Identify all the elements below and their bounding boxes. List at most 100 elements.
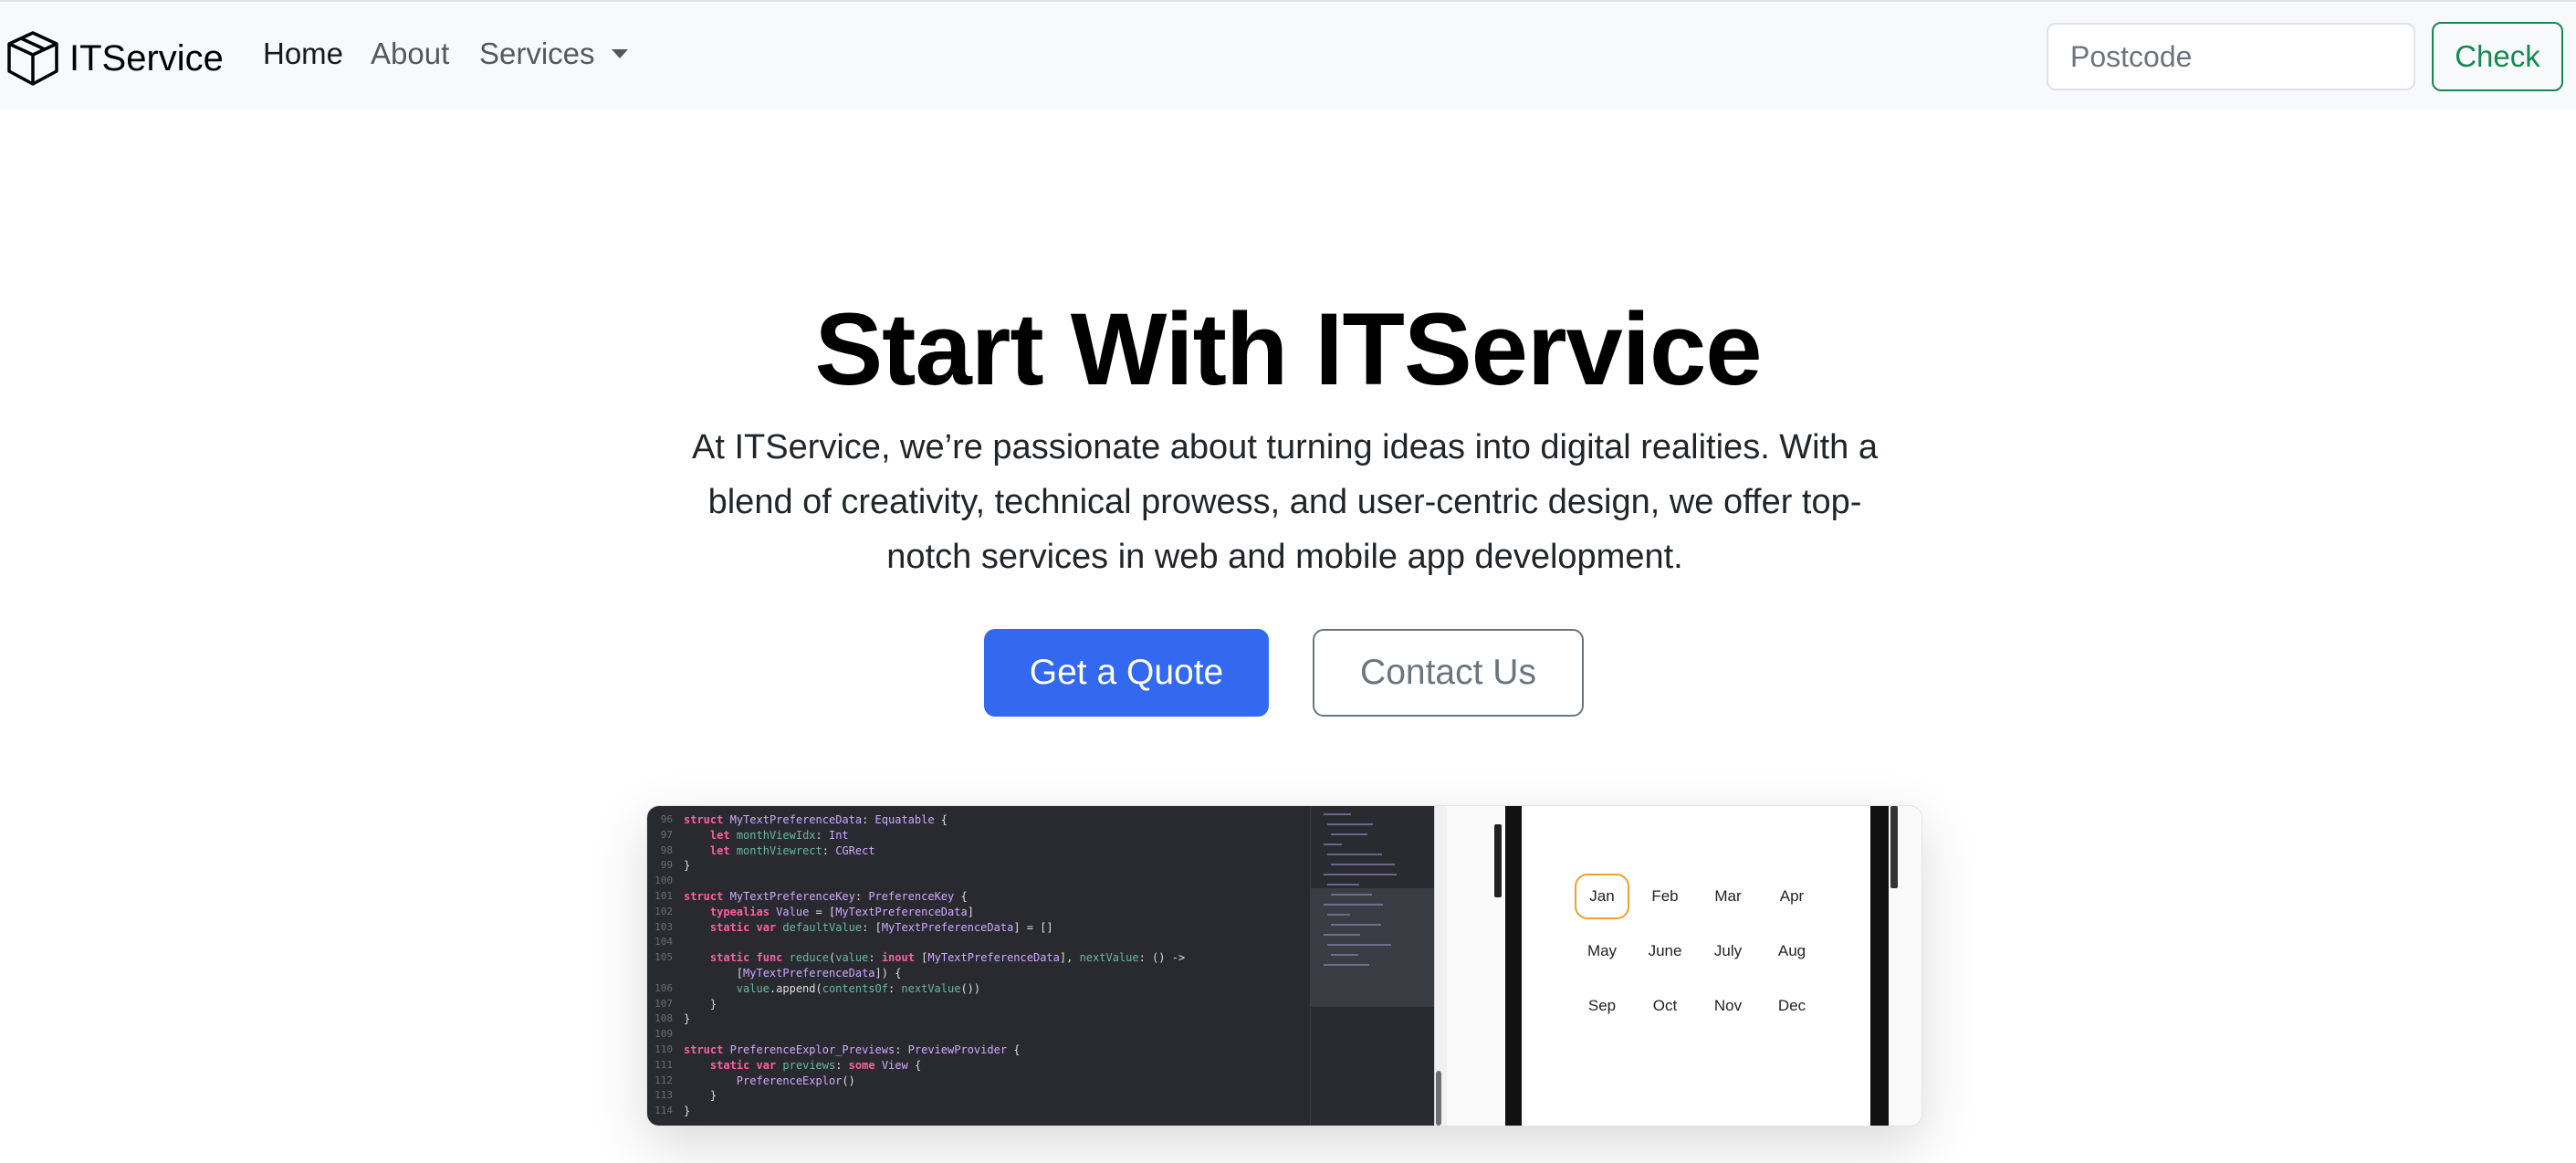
month-cell: July bbox=[1713, 942, 1743, 959]
minimap-line bbox=[1327, 944, 1391, 946]
line-number: 109 bbox=[654, 1028, 673, 1041]
code-line: 103 static var defaultValue: [MyTextPref… bbox=[647, 921, 1053, 937]
minimap-line bbox=[1331, 833, 1367, 835]
code-text: static var previews: some View { bbox=[709, 1058, 922, 1072]
phone-frame-left bbox=[1505, 806, 1522, 1126]
line-number: 98 bbox=[660, 843, 673, 856]
code-line: 109 bbox=[647, 1028, 684, 1043]
code-line: 108} bbox=[647, 1012, 690, 1028]
code-text: } bbox=[684, 997, 717, 1011]
line-number: 107 bbox=[654, 997, 673, 1010]
line-number: 105 bbox=[654, 951, 673, 964]
hero-lead: At ITService, we’re passionate about tur… bbox=[692, 428, 1878, 576]
minimap-line bbox=[1324, 813, 1351, 815]
line-number: 111 bbox=[654, 1058, 673, 1071]
line-number: 108 bbox=[654, 1012, 673, 1025]
code-line: 102 typealias Value = [MyTextPreferenceD… bbox=[647, 906, 974, 921]
minimap-viewport bbox=[1311, 888, 1435, 1007]
minimap-line bbox=[1331, 894, 1372, 896]
line-number: 102 bbox=[654, 905, 673, 917]
code-text: } bbox=[684, 1012, 691, 1026]
code-text: struct PreferenceExplor_Previews: Previe… bbox=[684, 1043, 1021, 1056]
minimap-line bbox=[1324, 934, 1360, 936]
nav-home-link[interactable]: Home bbox=[263, 37, 343, 71]
nav-about-link[interactable]: About bbox=[371, 37, 449, 71]
month-cell: June bbox=[1648, 942, 1682, 959]
code-minimap bbox=[1310, 806, 1435, 1126]
brand-link[interactable]: ITService bbox=[4, 29, 224, 88]
brand-name: ITService bbox=[69, 37, 224, 79]
phone-screen: Jan Feb Mar Apr May June July Aug Sep Oct Nov Dec bbox=[1522, 806, 1880, 1126]
minimap-line bbox=[1324, 843, 1342, 845]
minimap-line bbox=[1327, 884, 1359, 885]
caret-down-icon bbox=[611, 49, 628, 58]
code-line: 112 PreferenceExplor() bbox=[647, 1074, 855, 1090]
code-line: 96 struct MyTextPreferenceData: Equatable… bbox=[647, 813, 948, 829]
code-line: [MyTextPreferenceData]) { bbox=[647, 967, 902, 982]
minimap-line bbox=[1331, 864, 1395, 865]
month-cell: Jan bbox=[1575, 874, 1629, 919]
code-line: 104 bbox=[647, 936, 684, 951]
code-text: struct MyTextPreferenceData: Equatable { bbox=[684, 813, 948, 826]
postcode-input[interactable] bbox=[2047, 23, 2415, 90]
code-text: PreferenceExplor() bbox=[736, 1074, 855, 1087]
nav-services-label: Services bbox=[479, 37, 595, 70]
code-text: typealias Value = [MyTextPreferenceData] bbox=[709, 905, 974, 918]
scrollbar-thumb bbox=[1436, 1071, 1441, 1126]
minimap-line bbox=[1324, 904, 1383, 906]
line-number: 99 bbox=[660, 859, 673, 872]
code-text: static func reduce(value: inout [MyTextP… bbox=[709, 951, 1186, 965]
code-line: 98 let monthViewrect: CGRect bbox=[647, 844, 875, 860]
box-logo-icon bbox=[7, 31, 58, 86]
month-cell: Mar bbox=[1714, 887, 1742, 905]
code-editor: 114} 113 } 112 PreferenceExplor() 111 stati… bbox=[647, 806, 1435, 1126]
code-line: 99} bbox=[647, 859, 690, 875]
get-a-quote-button[interactable]: Get a Quote bbox=[984, 629, 1269, 717]
code-text: } bbox=[684, 1089, 717, 1103]
code-text: value.append(contentsOf: nextValue()) bbox=[736, 981, 981, 995]
contact-us-button[interactable]: Contact Us bbox=[1313, 629, 1584, 717]
code-text: let monthViewrect: CGRect bbox=[709, 843, 875, 857]
check-button[interactable]: Check bbox=[2432, 22, 2563, 91]
month-cell: Feb bbox=[1651, 887, 1679, 905]
minimap-line bbox=[1327, 823, 1373, 825]
minimap-line bbox=[1327, 854, 1382, 855]
nav-services-dropdown[interactable]: Services bbox=[479, 37, 628, 71]
line-number: 114 bbox=[654, 1105, 673, 1117]
line-number: 96 bbox=[660, 813, 673, 825]
month-cell: May bbox=[1586, 942, 1618, 959]
month-cell: Dec bbox=[1777, 997, 1806, 1014]
code-text: } bbox=[684, 1105, 691, 1118]
line-number: 112 bbox=[654, 1074, 673, 1086]
code-line: 113 } bbox=[647, 1089, 717, 1105]
line-number: 103 bbox=[654, 920, 673, 933]
line-number: 97 bbox=[660, 828, 673, 841]
hero-title: Start With ITService bbox=[814, 292, 1762, 406]
code-text: let monthViewIdx: Int bbox=[709, 828, 849, 842]
line-number: 106 bbox=[654, 981, 673, 994]
code-line: 106 value.append(contentsOf: nextValue()… bbox=[647, 982, 980, 998]
code-text: [MyTextPreferenceData]) { bbox=[684, 967, 902, 980]
navbar: ITService Home About Services Check bbox=[0, 0, 2576, 110]
month-cell: Apr bbox=[1779, 887, 1805, 905]
minimap-line bbox=[1331, 924, 1381, 926]
code-line: 110 struct PreferenceExplor_Previews: Pre… bbox=[647, 1043, 1021, 1059]
hero-screenshot: 114} 113 } 112 PreferenceExplor() 111 stati… bbox=[646, 805, 1922, 1126]
line-number: 104 bbox=[654, 936, 673, 948]
phone-frame-right bbox=[1870, 806, 1889, 1126]
code-line: 101 struct MyTextPreferenceKey: Preferenc… bbox=[647, 890, 968, 906]
line-number: 110 bbox=[654, 1043, 673, 1055]
code-text: struct MyTextPreferenceKey: PreferenceKe… bbox=[684, 890, 968, 903]
code-line: 107 } bbox=[647, 998, 717, 1013]
code-line: 114} bbox=[647, 1105, 690, 1120]
month-cell: Sep bbox=[1587, 997, 1617, 1014]
line-number bbox=[647, 967, 673, 982]
phone-side-button-right bbox=[1890, 806, 1898, 888]
line-number: 101 bbox=[654, 890, 673, 902]
minimap-line bbox=[1327, 914, 1350, 916]
line-number: 113 bbox=[654, 1089, 673, 1102]
month-cell: Oct bbox=[1652, 997, 1678, 1014]
code-line: 100 bbox=[647, 875, 684, 890]
line-number: 100 bbox=[654, 875, 673, 887]
code-line: 97 let monthViewIdx: Int bbox=[647, 829, 849, 844]
